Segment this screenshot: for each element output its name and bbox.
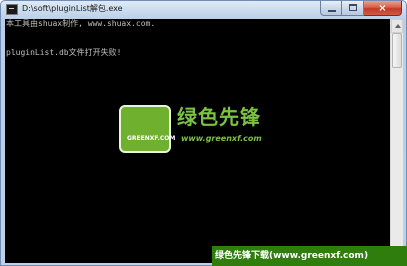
console-line: 本工具由shuax制作, www.shuax.com.	[6, 19, 156, 28]
title-bar[interactable]: D:\soft\pluginList解包.exe ×	[1, 1, 406, 19]
caption-buttons: ×	[320, 1, 402, 17]
watermark-logo: GREENXF.COM	[119, 105, 175, 153]
console-line: pluginList.db文件打开失败!	[6, 48, 122, 57]
window-title: D:\soft\pluginList解包.exe	[22, 4, 123, 13]
scroll-up-button[interactable]	[391, 19, 403, 33]
minimize-icon	[328, 10, 336, 12]
close-icon: ×	[378, 3, 387, 14]
console-window: D:\soft\pluginList解包.exe × 本工具由shuax制作, …	[0, 0, 407, 266]
banner-text: 绿色先锋下载(www.greenxf.com)	[215, 251, 369, 261]
close-button[interactable]: ×	[364, 1, 402, 16]
console-output[interactable]: 本工具由shuax制作, www.shuax.com. pluginList.d…	[5, 19, 390, 263]
maximize-icon	[349, 4, 357, 11]
arrow-up-icon	[395, 24, 401, 28]
scroll-thumb[interactable]	[392, 33, 402, 68]
maximize-button[interactable]	[342, 1, 364, 16]
watermark-banner: 绿色先锋下载(www.greenxf.com)	[212, 246, 407, 266]
watermark-logo-text: GREENXF.COM	[127, 135, 176, 142]
watermark-url: www.greenxf.com	[181, 134, 262, 143]
minimize-button[interactable]	[320, 1, 342, 16]
vertical-scrollbar[interactable]	[390, 19, 403, 263]
watermark-name: 绿色先锋	[177, 105, 261, 129]
console-app-icon[interactable]	[6, 4, 18, 15]
